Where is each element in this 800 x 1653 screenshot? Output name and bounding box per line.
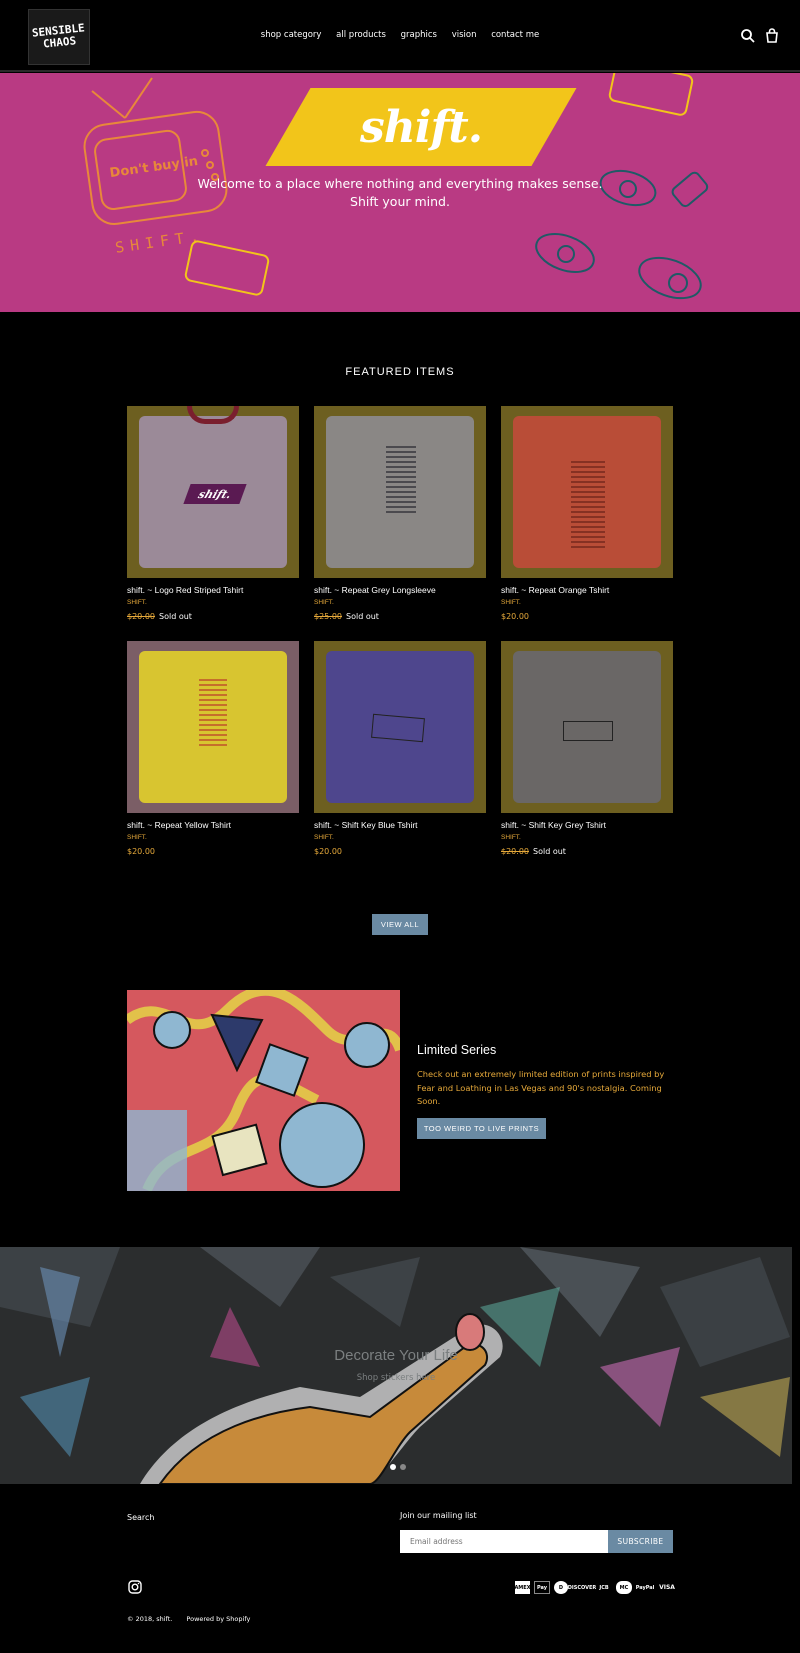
search-icon[interactable] xyxy=(740,28,756,44)
limited-series-button[interactable]: TOO WEIRD TO LIVE PRINTS xyxy=(417,1118,546,1139)
product-card[interactable]: shift. shift. ~ Logo Red Striped Tshirt … xyxy=(127,406,299,621)
hero-tagline-1: Welcome to a place where nothing and eve… xyxy=(197,176,603,191)
slide-dot[interactable] xyxy=(400,1464,406,1470)
nav-vision[interactable]: vision xyxy=(452,30,477,40)
visa-icon: VISA xyxy=(659,1584,675,1591)
product-price: $20.00 Sold out xyxy=(127,612,192,621)
slide-image xyxy=(0,1247,790,1484)
product-price: $20.00 xyxy=(127,847,155,856)
product-price: $20.00 xyxy=(314,847,342,856)
product-price: $25.00 Sold out xyxy=(314,612,379,621)
email-field[interactable] xyxy=(400,1530,608,1553)
site-header: SENSIBLE CHAOS shop category all product… xyxy=(0,0,800,72)
nav-shop-category[interactable]: shop category xyxy=(261,30,322,40)
product-vendor: SHIFT. xyxy=(127,834,147,841)
powered-by-link[interactable]: Powered by Shopify xyxy=(186,1615,250,1623)
product-image[interactable]: shift. xyxy=(127,406,299,578)
hero-tagline-2: Shift your mind. xyxy=(350,194,450,209)
product-image[interactable] xyxy=(127,641,299,813)
product-name[interactable]: shift. ~ Repeat Orange Tshirt xyxy=(501,585,673,595)
nav-all-products[interactable]: all products xyxy=(336,30,386,40)
apple-pay-icon: Pay xyxy=(534,1581,550,1594)
brand-logo: shift. xyxy=(359,101,483,153)
sold-out-label: Sold out xyxy=(346,612,379,621)
sticker-slideshow[interactable]: Decorate Your Life Shop stickers here xyxy=(0,1247,792,1484)
featured-title: FEATURED ITEMS xyxy=(345,366,455,378)
product-name[interactable]: shift. ~ Shift Key Grey Tshirt xyxy=(501,820,673,830)
subscribe-button[interactable]: SUBSCRIBE xyxy=(608,1530,673,1553)
slide-subtitle[interactable]: Shop stickers here xyxy=(0,1373,792,1383)
mastercard-icon: MC xyxy=(616,1581,632,1594)
jcb-icon: JCB xyxy=(599,1584,609,1591)
slide-title: Decorate Your Life xyxy=(334,1347,458,1364)
payment-icons: AMEX Pay D DISCOVER JCB MC PayPal VISA xyxy=(514,1581,676,1594)
product-vendor: SHIFT. xyxy=(501,834,521,841)
product-price: $20.00 Sold out xyxy=(501,847,566,856)
product-vendor: SHIFT. xyxy=(127,599,147,606)
product-vendor: SHIFT. xyxy=(501,599,521,606)
limited-series-title: Limited Series xyxy=(417,1043,497,1057)
limited-series-image[interactable] xyxy=(127,990,400,1191)
product-card[interactable]: shift. ~ Shift Key Grey Tshirt SHIFT. $2… xyxy=(501,641,673,856)
paypal-icon: PayPal xyxy=(635,1584,655,1591)
limited-art xyxy=(127,990,400,1191)
discover-icon: DISCOVER xyxy=(567,1584,597,1591)
mailing-list-title: Join our mailing list xyxy=(400,1511,477,1520)
product-card[interactable]: shift. ~ Shift Key Blue Tshirt SHIFT. $2… xyxy=(314,641,486,856)
product-image[interactable] xyxy=(501,641,673,813)
product-card[interactable]: shift. ~ Repeat Grey Longsleeve SHIFT. $… xyxy=(314,406,486,621)
hero-art-text-2: SHIFT. xyxy=(114,226,206,256)
sold-out-label: Sold out xyxy=(533,847,566,856)
sold-out-label: Sold out xyxy=(159,612,192,621)
product-image[interactable] xyxy=(501,406,673,578)
product-image[interactable] xyxy=(314,406,486,578)
nav-contact-me[interactable]: contact me xyxy=(491,30,539,40)
product-vendor: SHIFT. xyxy=(314,834,334,841)
cart-icon[interactable] xyxy=(764,28,780,44)
slide-dot-active[interactable] xyxy=(390,1464,396,1470)
product-name[interactable]: shift. ~ Repeat Yellow Tshirt xyxy=(127,820,299,830)
product-card[interactable]: shift. ~ Repeat Orange Tshirt SHIFT. $20… xyxy=(501,406,673,621)
hero-banner: Don't buy in SHIFT. shift. Welcome to a … xyxy=(0,73,800,312)
view-all-button[interactable]: VIEW ALL xyxy=(372,914,428,935)
product-name[interactable]: shift. ~ Logo Red Striped Tshirt xyxy=(127,585,299,595)
footer-search-link[interactable]: Search xyxy=(127,1513,154,1522)
product-vendor: SHIFT. xyxy=(314,599,334,606)
product-price: $20.00 xyxy=(501,612,529,621)
diners-icon: D xyxy=(554,1581,568,1594)
amex-icon: AMEX xyxy=(514,1581,531,1594)
product-card[interactable]: shift. ~ Repeat Yellow Tshirt SHIFT. $20… xyxy=(127,641,299,856)
nav-graphics[interactable]: graphics xyxy=(401,30,437,40)
instagram-icon[interactable] xyxy=(128,1580,142,1594)
copyright-text: © 2018, shift. xyxy=(127,1615,173,1623)
product-name[interactable]: shift. ~ Shift Key Blue Tshirt xyxy=(314,820,486,830)
product-name[interactable]: shift. ~ Repeat Grey Longsleeve xyxy=(314,585,486,595)
main-nav: shop category all products graphics visi… xyxy=(0,30,800,40)
footer-copyright: © 2018, shift. Powered by Shopify xyxy=(127,1615,262,1623)
product-image[interactable] xyxy=(314,641,486,813)
limited-series-description: Check out an extremely limited edition o… xyxy=(417,1069,665,1106)
